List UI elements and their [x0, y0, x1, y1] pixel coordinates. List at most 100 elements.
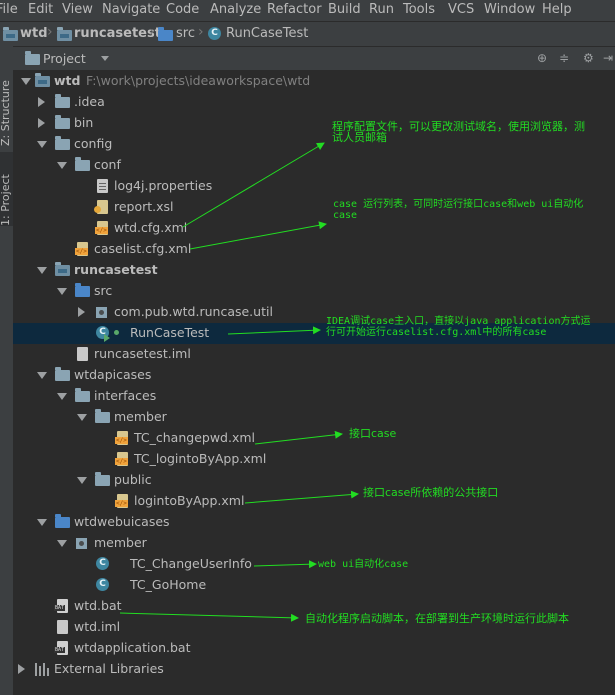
- breadcrumb-runcasetest-class[interactable]: RunCaseTest: [226, 26, 308, 41]
- menu-edit[interactable]: Edit: [28, 2, 53, 17]
- collapse-icon[interactable]: [38, 118, 45, 128]
- tree-label: com.pub.wtd.runcase.util: [114, 304, 273, 319]
- breadcrumb-wtd[interactable]: wtd: [20, 26, 48, 41]
- tree-row-tc-changepwd[interactable]: TC_changepwd.xml: [13, 428, 615, 449]
- tree-row-wtd[interactable]: wtd F:\work\projects\ideaworkspace\wtd: [13, 71, 615, 92]
- tree-row-conf[interactable]: conf: [13, 155, 615, 176]
- tree-label: logintoByApp.xml: [134, 493, 245, 508]
- tree-row-logintobyapp[interactable]: logintoByApp.xml: [13, 491, 615, 512]
- expand-icon[interactable]: [37, 141, 47, 148]
- xml-file-icon: [115, 494, 128, 508]
- expand-icon[interactable]: [21, 78, 31, 85]
- source-folder-icon: [75, 283, 90, 297]
- tree-label: conf: [94, 157, 121, 172]
- tree-row-log4j[interactable]: log4j.properties: [13, 176, 615, 197]
- class-icon: C: [96, 557, 109, 570]
- module-folder-icon: [57, 27, 72, 41]
- menu-window[interactable]: Window: [484, 2, 535, 17]
- tree-label: config: [74, 136, 113, 151]
- tree-label: RunCaseTest: [130, 325, 210, 340]
- tree-label: TC_GoHome: [130, 577, 207, 592]
- tree-row-caselist-cfg[interactable]: caselist.cfg.xml: [13, 239, 615, 260]
- collapse-all-icon[interactable]: ≑: [559, 51, 573, 65]
- menu-build[interactable]: Build: [328, 2, 361, 17]
- menu-view[interactable]: View: [62, 2, 93, 17]
- expand-icon[interactable]: [37, 519, 47, 526]
- menu-refactor[interactable]: Refactor: [267, 2, 322, 17]
- project-panel-header: Project ⊕ ≑ ⚙ ⇥: [13, 47, 615, 71]
- expand-icon[interactable]: [37, 267, 47, 274]
- gear-icon[interactable]: ⚙: [583, 51, 597, 65]
- tree-row-public[interactable]: public: [13, 470, 615, 491]
- tree-row-idea[interactable]: .idea: [13, 92, 615, 113]
- folder-icon: [55, 136, 70, 150]
- project-tree: wtd F:\work\projects\ideaworkspace\wtd .…: [13, 71, 615, 695]
- dropdown-icon[interactable]: [101, 56, 109, 61]
- tree-row-tc-gohome[interactable]: C TC_GoHome: [13, 575, 615, 596]
- menu-navigate[interactable]: Navigate: [102, 2, 160, 17]
- public-access-icon: [114, 330, 119, 335]
- tab-structure[interactable]: Z: Structure: [0, 56, 13, 146]
- breadcrumb-runcasetest[interactable]: runcasetest: [74, 26, 161, 41]
- menu-file[interactable]: File: [0, 2, 18, 17]
- note-bat: 自动化程序启动脚本，在部署到生产环境时运行此脚本: [305, 612, 569, 625]
- note-runcase: IDEA调试case主入口，直接以java application方式运 行可开…: [326, 316, 591, 338]
- menu-analyze[interactable]: Analyze: [210, 2, 261, 17]
- iml-file-icon: [57, 620, 68, 634]
- tree-row-tc-logintobyapp[interactable]: TC_logintoByApp.xml: [13, 449, 615, 470]
- tree-row-member-web[interactable]: member: [13, 533, 615, 554]
- tree-row-runcasetest-iml[interactable]: runcasetest.iml: [13, 344, 615, 365]
- module-folder-icon: [35, 73, 50, 87]
- expand-icon[interactable]: [77, 414, 87, 421]
- folder-icon: [95, 472, 110, 486]
- note-public-api: 接口case所依赖的公共接口: [363, 486, 499, 499]
- menu-code[interactable]: Code: [166, 2, 199, 17]
- xml-file-icon: [95, 221, 108, 235]
- chevron-right-icon: ›: [198, 24, 204, 40]
- menu-run[interactable]: Run: [369, 2, 394, 17]
- note-config: 程序配置文件，可以更改测试域名，使用浏览器，测 试人员邮箱: [332, 121, 585, 143]
- tree-row-wtdwebuicases[interactable]: wtdwebuicases: [13, 512, 615, 533]
- library-icon: [35, 663, 49, 676]
- expand-icon[interactable]: [57, 288, 67, 295]
- tab-project[interactable]: 1: Project: [0, 152, 13, 226]
- collapse-icon[interactable]: [18, 664, 25, 674]
- expand-icon[interactable]: [57, 393, 67, 400]
- expand-icon[interactable]: [77, 477, 87, 484]
- tree-row-wtdapicases[interactable]: wtdapicases: [13, 365, 615, 386]
- expand-icon[interactable]: [37, 372, 47, 379]
- menu-tools[interactable]: Tools: [403, 2, 435, 17]
- tool-window-strip: Z: Structure 1: Project: [0, 46, 14, 695]
- tree-row-wtdapplication-bat[interactable]: wtdapplication.bat: [13, 638, 615, 659]
- locate-icon[interactable]: ⊕: [537, 51, 551, 65]
- chevron-right-icon: ›: [47, 24, 53, 40]
- tree-row-interfaces[interactable]: interfaces: [13, 386, 615, 407]
- runnable-class-icon: C: [96, 326, 110, 342]
- tree-row-runcasetest[interactable]: runcasetest: [13, 260, 615, 281]
- tree-label: TC_logintoByApp.xml: [134, 451, 267, 466]
- tree-label: .idea: [74, 94, 105, 109]
- package-icon: [96, 307, 107, 318]
- xml-file-icon: [115, 452, 128, 466]
- tree-row-member[interactable]: member: [13, 407, 615, 428]
- menu-help[interactable]: Help: [542, 2, 572, 17]
- expand-icon[interactable]: [57, 540, 67, 547]
- menu-vcs[interactable]: VCS: [448, 2, 474, 17]
- collapse-icon[interactable]: [38, 97, 45, 107]
- properties-file-icon: [97, 179, 108, 193]
- folder-icon: [55, 115, 70, 129]
- expand-icon[interactable]: [57, 162, 67, 169]
- xml-file-icon: [115, 431, 128, 445]
- package-icon: [76, 538, 87, 549]
- module-path: F:\work\projects\ideaworkspace\wtd: [86, 73, 311, 88]
- tree-row-tc-changeuserinfo[interactable]: C TC_ChangeUserInfo: [13, 554, 615, 575]
- panel-title: Project: [43, 51, 86, 66]
- tree-row-wtd-cfg[interactable]: wtd.cfg.xml: [13, 218, 615, 239]
- tree-row-src[interactable]: src: [13, 281, 615, 302]
- tree-row-external-libraries[interactable]: External Libraries: [13, 659, 615, 680]
- collapse-icon[interactable]: [78, 307, 85, 317]
- tree-label: wtd.iml: [74, 619, 121, 634]
- tree-label: wtd.bat: [74, 598, 122, 613]
- breadcrumb-src[interactable]: src: [176, 26, 195, 41]
- hide-icon[interactable]: ⇥: [603, 51, 615, 65]
